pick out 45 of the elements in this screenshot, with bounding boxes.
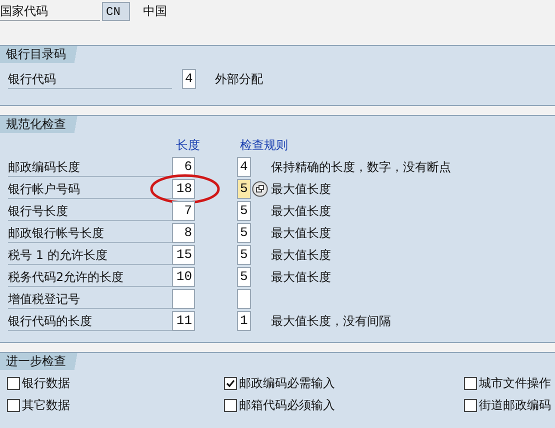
- checkbox-label: 其它数据: [22, 397, 70, 414]
- checkbox-label: 邮政编码必需输入: [239, 375, 335, 392]
- rule-description: 最大值长度: [271, 224, 331, 242]
- country-code-field[interactable]: CN: [102, 2, 130, 21]
- country-name: 中国: [143, 3, 167, 20]
- checkbox[interactable]: [224, 377, 237, 390]
- checkbox-label: 银行数据: [22, 375, 70, 392]
- rule-description: 最大值长度: [271, 202, 331, 220]
- column-header: 检查规则: [240, 137, 288, 154]
- checkbox-label: 邮箱代码必须输入: [239, 397, 335, 414]
- rule-description: 最大值长度: [271, 268, 331, 286]
- input-field[interactable]: 6: [172, 157, 195, 177]
- field-label: 国家代码: [0, 2, 100, 21]
- input-field[interactable]: 15: [172, 245, 195, 265]
- input-field[interactable]: 7: [172, 201, 195, 221]
- checkbox[interactable]: [464, 399, 477, 412]
- input-field[interactable]: 5: [237, 201, 251, 221]
- input-field[interactable]: [237, 289, 251, 309]
- column-header: 长度: [176, 137, 200, 154]
- field-label: 银行代码: [8, 70, 172, 88]
- input-field[interactable]: 4: [237, 157, 251, 177]
- checkbox-label: 街道邮政编码: [479, 397, 551, 414]
- input-field[interactable]: 8: [172, 223, 195, 243]
- rule-description: 最大值长度: [271, 180, 331, 198]
- rule-description: 保持精确的长度，数字，没有断点: [271, 158, 451, 176]
- checkbox[interactable]: [7, 377, 20, 390]
- checkbox[interactable]: [7, 399, 20, 412]
- input-field[interactable]: 11: [172, 311, 195, 331]
- input-field[interactable]: 1: [237, 311, 251, 331]
- input-field[interactable]: 5: [237, 267, 251, 287]
- input-field[interactable]: [172, 289, 195, 309]
- field-description: 外部分配: [215, 70, 263, 88]
- rule-description: 最大值长度，没有间隔: [271, 312, 391, 330]
- input-field[interactable]: 5: [237, 245, 251, 265]
- field-label: 邮政编码长度: [8, 158, 172, 176]
- input-field[interactable]: 4: [182, 69, 196, 89]
- input-field[interactable]: 10: [172, 267, 195, 287]
- input-field[interactable]: 5: [237, 223, 251, 243]
- input-field[interactable]: 5: [237, 179, 251, 199]
- checkbox[interactable]: [464, 377, 477, 390]
- rule-description: 最大值长度: [271, 246, 331, 264]
- checkbox[interactable]: [224, 399, 237, 412]
- value-help-icon[interactable]: [252, 181, 268, 197]
- input-field[interactable]: 18: [172, 179, 195, 199]
- checkbox-label: 城市文件操作: [479, 375, 551, 392]
